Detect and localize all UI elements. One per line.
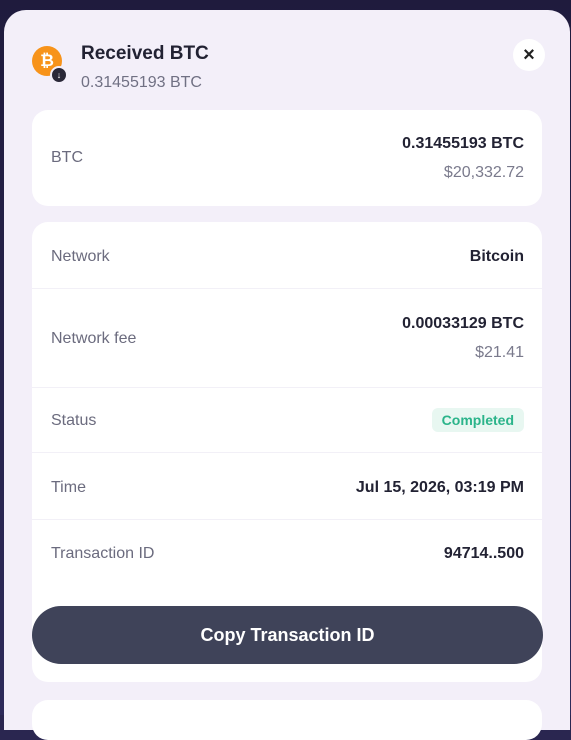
status-label: Status	[51, 412, 97, 429]
network-label: Network	[51, 248, 110, 265]
network-value: Bitcoin	[469, 248, 524, 265]
transaction-id-label: Transaction ID	[51, 545, 155, 562]
transaction-id-row: Transaction ID 94714..500	[32, 520, 542, 586]
receive-arrow-icon: ↓	[50, 66, 68, 84]
status-badge: Completed	[431, 408, 524, 432]
transaction-id-value: 94714..500	[443, 545, 524, 562]
copy-transaction-id-button[interactable]: Copy Transaction ID	[32, 606, 543, 664]
network-fee-row: Network fee 0.00033129 BTC $21.41	[32, 289, 542, 387]
status-row: Status Completed	[32, 388, 542, 452]
network-row: Network Bitcoin	[32, 222, 542, 288]
next-card-peek	[32, 700, 542, 740]
sheet-subtitle-amount: 0.31455193 BTC	[81, 74, 202, 91]
asset-label: BTC	[51, 149, 83, 166]
time-label: Time	[51, 479, 86, 496]
time-value: Jul 15, 2026, 03:19 PM	[355, 479, 524, 496]
network-fee-label: Network fee	[51, 330, 137, 347]
asset-amount: 0.31455193 BTC	[402, 135, 524, 152]
network-fee-amount: 0.00033129 BTC	[402, 315, 524, 332]
amount-row: BTC 0.31455193 BTC $20,332.72	[32, 110, 542, 206]
time-row: Time Jul 15, 2026, 03:19 PM	[32, 453, 542, 519]
sheet-title: Received BTC	[81, 43, 209, 64]
network-fee-fiat: $21.41	[475, 344, 524, 361]
close-icon[interactable]: ×	[513, 39, 545, 71]
asset-fiat-value: $20,332.72	[443, 164, 524, 181]
sheet-header: ₿ ↓ Received BTC 0.31455193 BTC ×	[32, 34, 552, 98]
amount-summary-card: BTC 0.31455193 BTC $20,332.72	[32, 110, 542, 206]
